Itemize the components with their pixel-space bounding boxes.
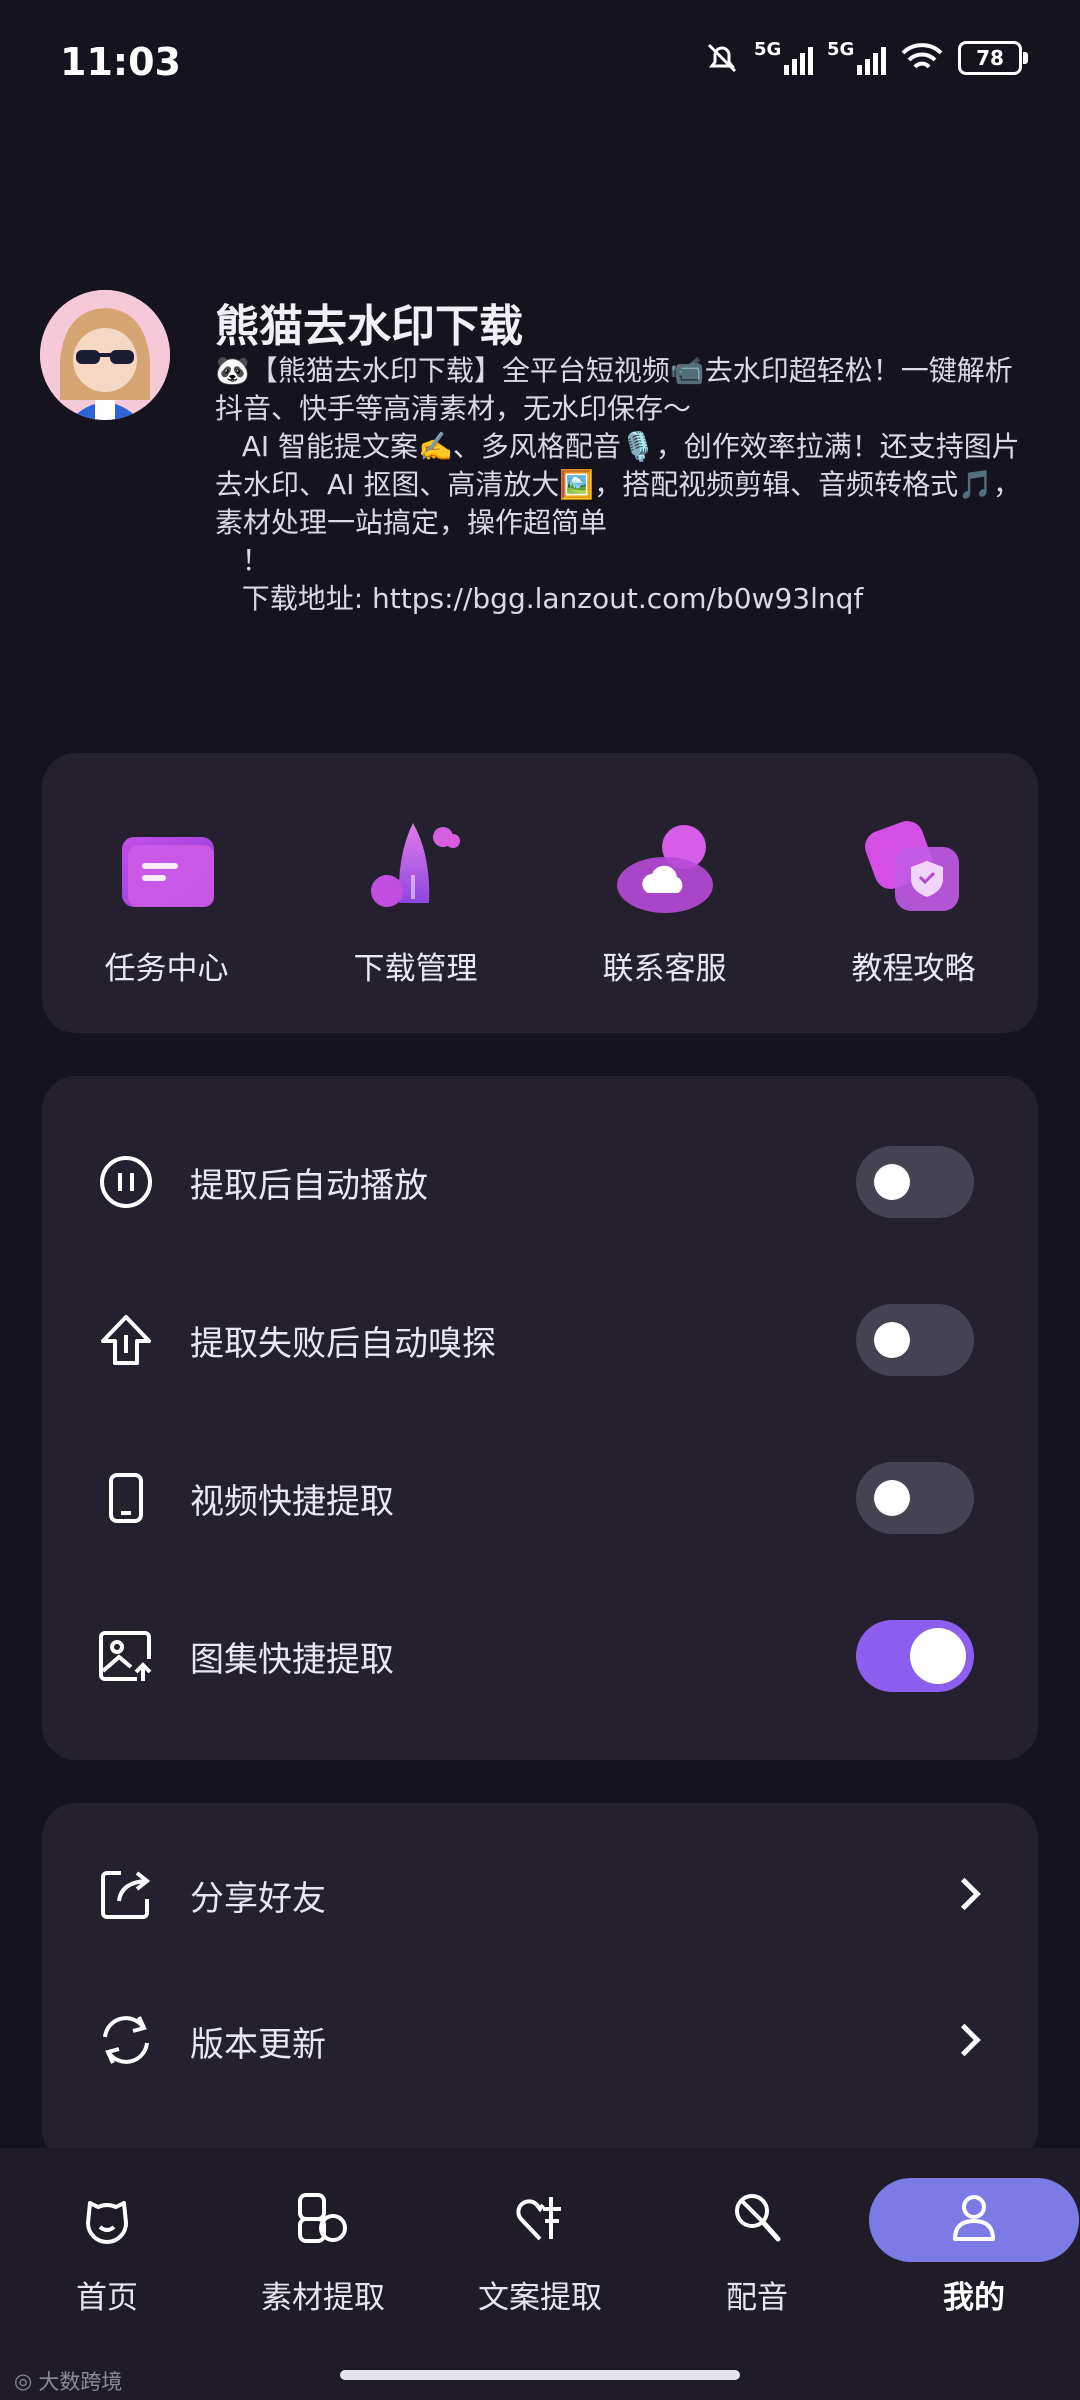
setting-label: 图集快捷提取 [190,1639,394,1680]
toggle-knob [874,1164,910,1200]
settings-card: 提取后自动播放 提取失败后自动嗅探 视频快捷提取 图集快捷提取 [42,1076,1038,1760]
status-time: 11:03 [60,40,181,84]
nav-dubbing[interactable]: 配音 [657,2178,857,2328]
nav-label: 素材提取 [261,2280,385,2316]
nav-mine[interactable]: 我的 [869,2178,1079,2328]
home-indicator[interactable] [340,2370,740,2380]
chevron-right-icon [948,2023,981,2057]
network-type-1: 5G [754,39,782,60]
nav-label: 文案提取 [478,2280,602,2316]
image-upload-icon [96,1626,156,1686]
links-card: 分享好友 版本更新 [42,1803,1038,2163]
signal-icon-1: 5G [754,39,813,75]
toggle-knob [874,1322,910,1358]
nav-label: 首页 [76,2280,138,2316]
toggle-auto-play[interactable] [856,1146,974,1218]
quick-action-download-manager[interactable]: 下载管理 [291,753,540,1033]
shield-icon [859,815,969,925]
quick-action-customer-service[interactable]: 联系客服 [540,753,789,1033]
quick-action-label: 任务中心 [104,951,229,987]
quick-action-task-center[interactable]: 任务中心 [42,753,291,1033]
link-label: 版本更新 [190,2025,326,2065]
quick-action-label: 联系客服 [602,951,727,987]
toggle-gallery-quick-extract[interactable] [856,1620,974,1692]
link-version-update[interactable]: 版本更新 [42,1967,1038,2113]
toggle-knob [874,1480,910,1516]
setting-label: 提取后自动播放 [190,1165,428,1206]
upload-arrow-icon [96,1310,156,1370]
setting-auto-sniff: 提取失败后自动嗅探 [42,1261,1038,1419]
phone-icon [96,1468,156,1528]
battery-icon: 78 [958,41,1028,75]
rocket-icon [361,815,471,925]
home-icon [67,2178,147,2258]
pause-circle-icon [96,1152,156,1212]
status-bar: 11:03 5G 5G 78 [0,0,1080,130]
toggle-video-quick-extract[interactable] [856,1462,974,1534]
quick-action-tutorials[interactable]: 教程攻略 [789,753,1038,1033]
link-label: 分享好友 [190,1879,326,1919]
signal-icon-2: 5G [827,39,886,75]
watermark-text: 大数跨境 [38,2370,123,2394]
bell-muted-icon [707,43,737,73]
nav-home[interactable]: 首页 [7,2178,207,2328]
mic-icon [717,2178,797,2258]
profile-name: 熊猫去水印下载 [215,301,523,352]
nav-label: 配音 [726,2280,788,2316]
quick-action-label: 下载管理 [353,951,478,987]
refresh-icon [96,2010,156,2070]
link-share-friends[interactable]: 分享好友 [42,1821,1038,1967]
setting-auto-play: 提取后自动播放 [42,1103,1038,1261]
setting-video-quick-extract: 视频快捷提取 [42,1419,1038,1577]
setting-gallery-quick-extract: 图集快捷提取 [42,1577,1038,1735]
setting-label: 视频快捷提取 [190,1481,394,1522]
battery-level: 78 [976,46,1004,70]
share-icon [96,1864,156,1924]
bottom-navigation: 首页 素材提取 文案提取 配音 我的 [0,2148,1080,2400]
material-icon [283,2178,363,2258]
wifi-icon [901,43,943,69]
cloud-icon [610,815,720,925]
chevron-right-icon [948,1877,981,1911]
nav-text-extract[interactable]: 文案提取 [440,2178,640,2328]
watermark-logo-icon: ◎ [14,2369,33,2393]
toggle-auto-sniff[interactable] [856,1304,974,1376]
user-icon [934,2178,1014,2258]
setting-label: 提取失败后自动嗅探 [190,1323,496,1364]
quick-actions-card: 任务中心 下载管理 联系客服 教程攻略 [42,753,1038,1033]
watermark: ◎ 大数跨境 [14,2366,122,2396]
avatar-image [40,290,170,420]
status-icons: 5G 5G 78 [704,39,1028,76]
network-type-2: 5G [827,39,855,60]
folder-icon [112,815,222,925]
nav-material-extract[interactable]: 素材提取 [223,2178,423,2328]
avatar[interactable] [40,290,170,420]
text-heart-icon [500,2178,580,2258]
toggle-knob [910,1628,966,1684]
quick-action-label: 教程攻略 [851,951,976,987]
nav-label: 我的 [943,2280,1005,2316]
profile-description: 🐼【熊猫去水印下载】全平台短视频📹去水印超轻松！一键解析抖音、快手等高清素材，无… [215,354,1022,615]
